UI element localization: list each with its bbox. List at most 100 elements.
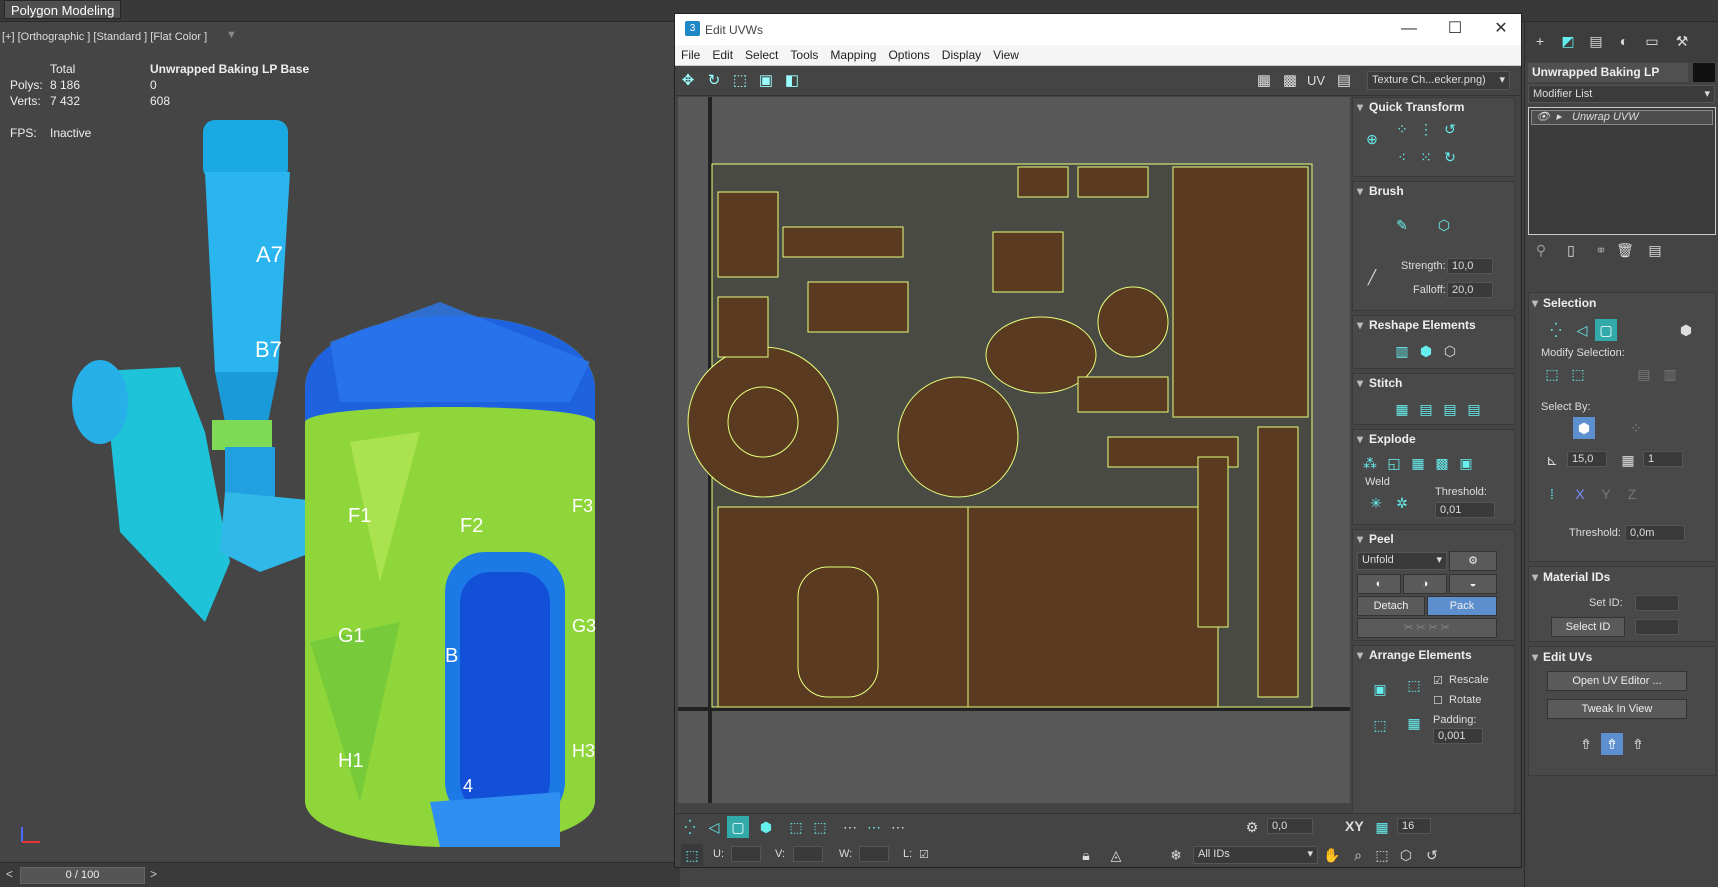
modifier-list-dropdown[interactable]: Modifier List ▾ [1528, 85, 1715, 103]
pin-tools[interactable]: ✂ ✂ ✂ ✂ [1357, 618, 1497, 638]
pack-normalize-icon[interactable]: ⬚ [1369, 714, 1391, 736]
menu-mapping[interactable]: Mapping [824, 45, 882, 66]
falloff-spinner[interactable]: 20,0 [1447, 282, 1493, 298]
grid-icon[interactable]: ▤ [1332, 69, 1356, 93]
edit-uvs-header[interactable]: Edit UVs [1529, 647, 1715, 667]
quick-peel-icon[interactable]: ⇮ [1601, 733, 1623, 755]
planar-angle-icon[interactable]: ⊾ [1541, 449, 1563, 471]
grow-selection-icon[interactable]: ⬚ [1541, 363, 1563, 385]
stitch-custom-icon[interactable]: ▦ [1391, 398, 1413, 420]
flatten-smoothing-icon[interactable]: ▩ [1431, 452, 1453, 474]
z-axis-icon[interactable]: Z [1621, 483, 1643, 505]
select-by-smoothing-icon[interactable]: ▦ [1617, 449, 1639, 471]
align-vertical-icon[interactable]: ⋮ [1415, 118, 1437, 140]
angle-spinner[interactable]: 15,0 [1567, 451, 1607, 467]
pack-together-icon[interactable]: ⬚ [1403, 674, 1425, 696]
rotate-checkbox[interactable]: ☐ [1433, 694, 1443, 707]
3d-mesh[interactable]: A7 B7 F1 F2 F3 G1 G3 H1 H3 B 4 [0, 102, 620, 862]
straighten-icon[interactable]: ▥ [1391, 340, 1413, 362]
menu-tools[interactable]: Tools [784, 45, 824, 66]
peel-mode-dropdown[interactable]: Unfold ▾ [1357, 552, 1447, 570]
relax-settings-icon[interactable]: ⬡ [1439, 340, 1461, 362]
l-checkbox[interactable]: ☑ [919, 848, 929, 861]
freeze-icon[interactable]: ❄ [1165, 844, 1187, 866]
stitch-average-icon[interactable]: ▤ [1463, 398, 1485, 420]
loop-shrink-icon[interactable]: ⋯ [887, 816, 909, 838]
make-unique-icon[interactable]: ⚭ [1590, 239, 1612, 261]
show-end-result-icon[interactable]: ▯ [1560, 239, 1582, 261]
w-field[interactable] [859, 846, 889, 862]
planar-map-icon[interactable]: ⇮ [1627, 733, 1649, 755]
eye-icon[interactable]: 👁︎ [1536, 111, 1550, 124]
relax-icon[interactable]: ⬢ [1415, 340, 1437, 362]
uv-label[interactable]: UV [1307, 73, 1325, 88]
vertex-icon[interactable]: ⁛ [1545, 319, 1567, 341]
menu-display[interactable]: Display [936, 45, 987, 66]
mirror-icon[interactable]: ◧ [780, 69, 804, 93]
arrange-header[interactable]: Arrange Elements [1353, 646, 1514, 664]
y-axis-icon[interactable]: Y [1595, 483, 1617, 505]
uv-canvas[interactable] [678, 97, 1350, 803]
element-select-icon[interactable]: ⬢ [755, 816, 777, 838]
modifier-stack[interactable]: 👁︎ ▸ Unwrap UVW [1528, 107, 1716, 235]
pin-stack-icon[interactable]: ⚲ [1530, 239, 1552, 261]
shrink-selection-icon[interactable]: ⬚ [1567, 363, 1589, 385]
count-spinner[interactable]: 1 [1643, 451, 1683, 467]
expand-icon[interactable]: ▸ [1556, 111, 1562, 124]
hierarchy-icon[interactable]: ▤ [1585, 30, 1607, 52]
display-icon[interactable]: ▭ [1641, 30, 1663, 52]
element-icon[interactable]: ⬢ [1675, 319, 1697, 341]
grid-snap-icon[interactable]: ▦ [1371, 816, 1393, 838]
checker-pattern-icon[interactable]: ▩ [1278, 69, 1302, 93]
minimize-button[interactable]: — [1389, 18, 1429, 42]
space-horizontal-icon[interactable]: ⁖ [1391, 146, 1413, 168]
set-id-spinner[interactable] [1635, 595, 1679, 611]
threshold-spinner[interactable]: 0,0m [1625, 525, 1685, 541]
edge-icon[interactable]: ◁ [1571, 319, 1593, 341]
stitch-source-icon[interactable]: ▤ [1415, 398, 1437, 420]
stitch-target-icon[interactable]: ▤ [1439, 398, 1461, 420]
filter-icon[interactable]: ▼ [226, 29, 237, 41]
zoom-region-icon[interactable]: ⬚ [1371, 844, 1393, 866]
quick-planar-icon[interactable]: ⇮ [1575, 733, 1597, 755]
padding-spinner[interactable]: 0,001 [1433, 728, 1483, 744]
pack-button[interactable]: Pack [1427, 596, 1497, 616]
loop-grow-icon[interactable]: ⋯ [863, 816, 885, 838]
explode-threshold-spinner[interactable]: 0,01 [1435, 502, 1495, 518]
strength-spinner[interactable]: 10,0 [1447, 258, 1493, 274]
hide-icon[interactable]: ◬ [1105, 844, 1127, 866]
time-slider[interactable]: 0 / 100 [20, 867, 145, 884]
falloff-curve-icon[interactable]: ╱ [1361, 266, 1383, 288]
remove-modifier-icon[interactable]: 🗑︎ [1614, 239, 1636, 261]
menu-view[interactable]: View [987, 45, 1025, 66]
break-icon[interactable]: ⁂ [1359, 452, 1381, 474]
motion-icon[interactable]: ◐ [1613, 30, 1635, 52]
poly-select-icon[interactable]: ▢ [727, 816, 749, 838]
menu-file[interactable]: File [675, 45, 706, 66]
ribbon-tab-polygon-modeling[interactable]: Polygon Modeling [4, 0, 122, 19]
explode-header[interactable]: Explode [1353, 430, 1514, 448]
rotate-cw-icon[interactable]: ↻ [1439, 146, 1461, 168]
mirror-select-icon[interactable]: ⁞ [1541, 483, 1563, 505]
x-axis-icon[interactable]: X [1569, 483, 1591, 505]
refresh-icon[interactable]: ↺ [1421, 844, 1443, 866]
menu-edit[interactable]: Edit [706, 45, 739, 66]
texture-dropdown[interactable]: Texture Ch...ecker.png) ▾ [1367, 71, 1510, 90]
loop-selection-icon[interactable]: ▤ [1633, 363, 1655, 385]
rescale-checkbox[interactable]: ☑ [1433, 674, 1443, 687]
stitch-header[interactable]: Stitch [1353, 374, 1514, 392]
select-id-button[interactable]: Select ID [1551, 617, 1625, 637]
rotate-ccw-icon[interactable]: ↺ [1439, 118, 1461, 140]
viewport-label[interactable]: [+] [Orthographic ] [Standard ] [Flat Co… [2, 31, 207, 43]
space-vertical-icon[interactable]: ⁙ [1415, 146, 1437, 168]
rotate-icon[interactable]: ↻ [702, 69, 726, 93]
peel-quick-icon[interactable]: ◐ [1357, 574, 1401, 594]
menu-options[interactable]: Options [882, 45, 935, 66]
shrink-icon[interactable]: ⬚ [809, 816, 831, 838]
ids-dropdown[interactable]: All IDs ▾ [1193, 846, 1318, 864]
maximize-button[interactable]: ☐ [1435, 18, 1475, 42]
uv-layout[interactable] [678, 97, 1350, 803]
timeline-prev-button[interactable]: < [6, 867, 13, 881]
weld-target-icon[interactable]: ✲ [1391, 492, 1413, 514]
object-name-field[interactable]: Unwrapped Baking LP Base [1528, 63, 1688, 98]
